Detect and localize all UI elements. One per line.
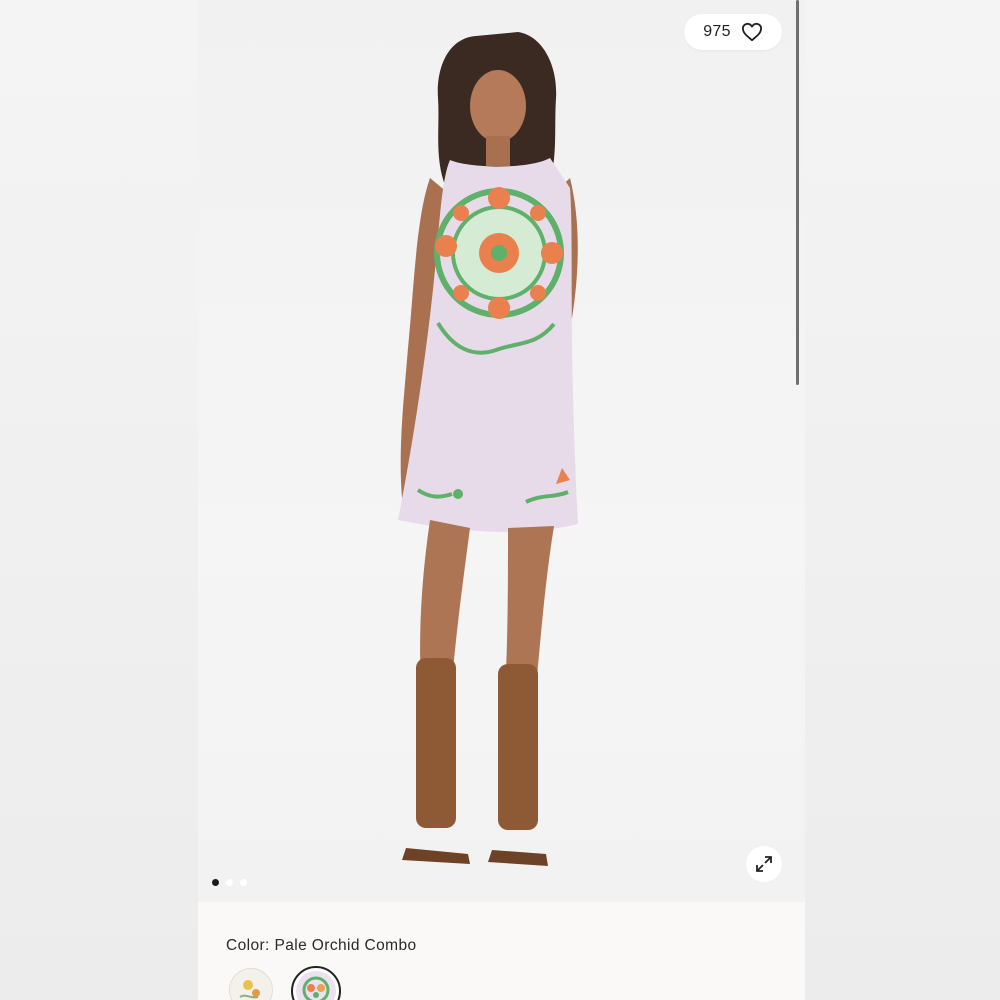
pale-orchid-swatch[interactable] xyxy=(291,966,341,1000)
color-selection-label: Color: Pale Orchid Combo xyxy=(226,937,417,955)
like-count: 975 xyxy=(703,23,731,40)
pale-orchid-swatch-image xyxy=(296,971,336,1000)
right-backdrop xyxy=(805,0,1000,1000)
gallery-dot-2[interactable] xyxy=(226,879,233,886)
color-value: Pale Orchid Combo xyxy=(274,937,417,954)
product-model-image xyxy=(398,32,578,866)
floral-print-swatch[interactable] xyxy=(229,968,273,1000)
expand-arrows-icon xyxy=(756,856,772,872)
expand-image-button[interactable] xyxy=(746,846,782,882)
floral-swatch-image xyxy=(239,980,260,999)
gallery-pagination[interactable] xyxy=(212,879,247,886)
product-info-panel: Color: Pale Orchid Combo xyxy=(198,902,805,1000)
product-image-gallery[interactable]: 975 xyxy=(198,0,805,902)
gladiator-sandals xyxy=(402,658,548,866)
gallery-dot-1[interactable] xyxy=(212,879,219,886)
heart-icon xyxy=(741,22,762,42)
color-label: Color: xyxy=(226,937,270,954)
product-page: 975 Color: Pale Orchid Combo xyxy=(198,0,805,1000)
like-button[interactable]: 975 xyxy=(684,14,782,50)
gallery-scrollbar[interactable] xyxy=(796,0,799,385)
left-backdrop xyxy=(0,0,198,1000)
gallery-dot-3[interactable] xyxy=(240,879,247,886)
